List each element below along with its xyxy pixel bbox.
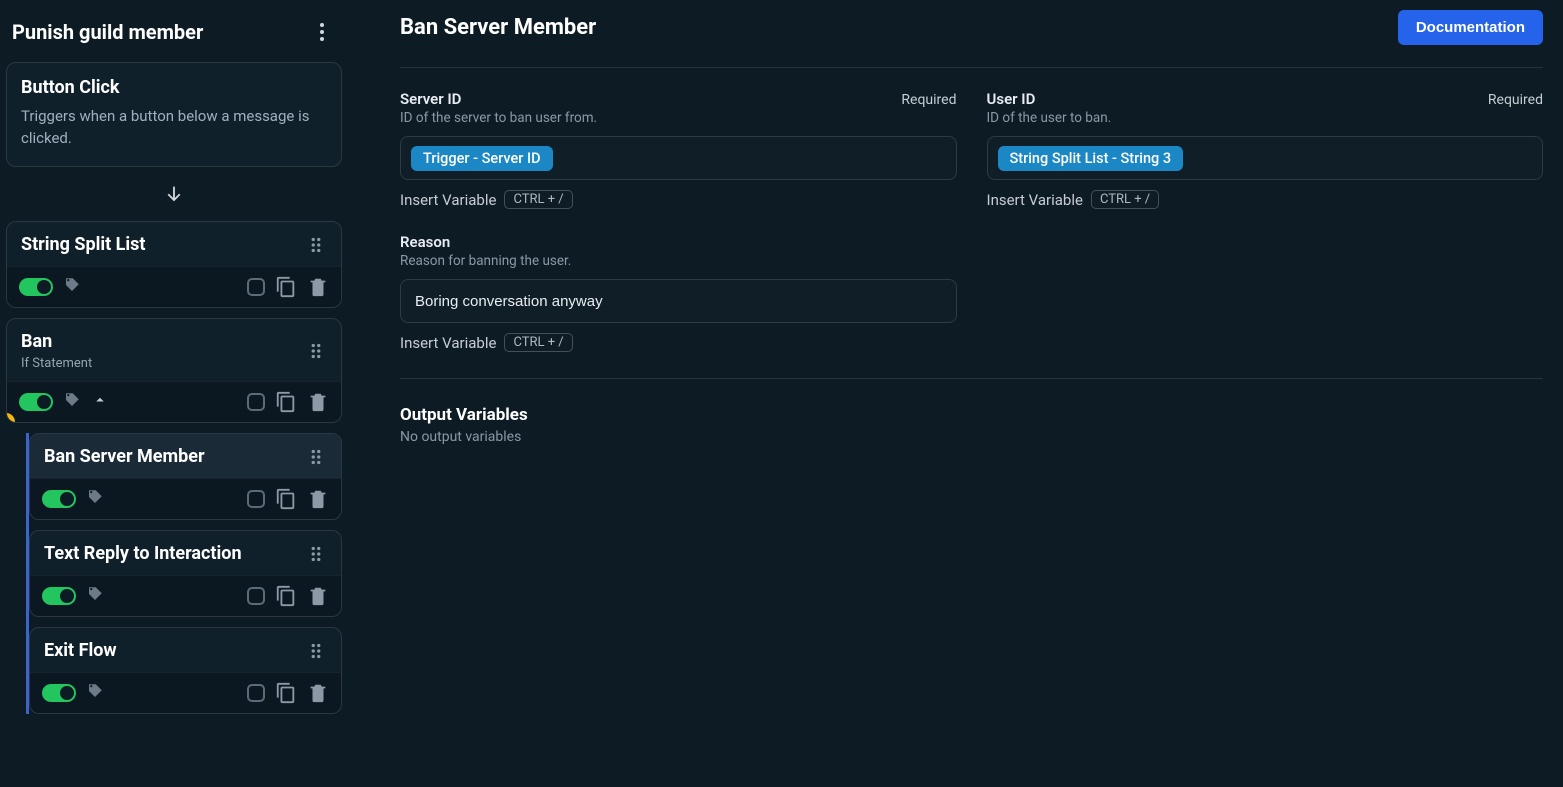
block-exit-flow[interactable]: Exit Flow bbox=[29, 627, 342, 714]
block-text-reply-interaction[interactable]: Text Reply to Interaction bbox=[29, 530, 342, 617]
field-label: User ID bbox=[987, 90, 1036, 108]
drag-handle-icon[interactable] bbox=[305, 340, 327, 362]
tag-icon[interactable] bbox=[63, 391, 81, 413]
checkbox[interactable] bbox=[247, 587, 265, 605]
nested-branch: Ban Server Member T bbox=[26, 433, 342, 714]
trash-icon[interactable] bbox=[307, 488, 329, 510]
block-ban-server-member[interactable]: Ban Server Member bbox=[29, 433, 342, 520]
toggle-enable[interactable] bbox=[19, 278, 53, 296]
flow-arrow-icon bbox=[6, 173, 342, 221]
block-string-split-list[interactable]: String Split List bbox=[6, 221, 342, 308]
block-title: Ban Server Member bbox=[44, 446, 205, 467]
field-description: ID of the user to ban. bbox=[987, 110, 1544, 126]
toggle-enable[interactable] bbox=[42, 684, 76, 702]
drag-handle-icon[interactable] bbox=[305, 640, 327, 662]
drag-handle-icon[interactable] bbox=[305, 446, 327, 468]
insert-variable-label[interactable]: Insert Variable bbox=[400, 191, 496, 209]
user-id-input[interactable]: String Split List - String 3 bbox=[987, 136, 1544, 180]
reason-input[interactable] bbox=[400, 279, 957, 323]
block-title: Ban bbox=[21, 331, 92, 352]
trigger-description: Triggers when a button below a message i… bbox=[21, 106, 327, 150]
copy-icon[interactable] bbox=[275, 585, 297, 607]
variable-chip[interactable]: Trigger - Server ID bbox=[411, 146, 553, 171]
keyboard-hint: CTRL + / bbox=[1091, 190, 1159, 209]
block-ban[interactable]: Ban If Statement ? bbox=[6, 318, 342, 423]
sidebar-header: Punish guild member bbox=[6, 10, 342, 62]
documentation-button[interactable]: Documentation bbox=[1398, 10, 1543, 45]
toggle-enable[interactable] bbox=[19, 393, 53, 411]
tag-icon[interactable] bbox=[86, 488, 104, 510]
drag-handle-icon[interactable] bbox=[305, 543, 327, 565]
tag-icon[interactable] bbox=[86, 682, 104, 704]
checkbox[interactable] bbox=[247, 393, 265, 411]
block-title: Exit Flow bbox=[44, 640, 117, 661]
flow-title: Punish guild member bbox=[12, 20, 203, 44]
checkbox[interactable] bbox=[247, 684, 265, 702]
field-server-id: Server ID Required ID of the server to b… bbox=[400, 90, 957, 209]
insert-variable-label[interactable]: Insert Variable bbox=[400, 334, 496, 352]
field-label: Server ID bbox=[400, 90, 461, 108]
block-config-panel: Ban Server Member Documentation Server I… bbox=[360, 0, 1563, 787]
tag-icon[interactable] bbox=[86, 585, 104, 607]
trash-icon[interactable] bbox=[307, 682, 329, 704]
drag-handle-icon[interactable] bbox=[305, 234, 327, 256]
toggle-enable[interactable] bbox=[42, 587, 76, 605]
insert-variable-label[interactable]: Insert Variable bbox=[987, 191, 1083, 209]
field-description: Reason for banning the user. bbox=[400, 253, 957, 269]
keyboard-hint: CTRL + / bbox=[504, 333, 572, 352]
block-title: String Split List bbox=[21, 234, 146, 255]
field-user-id: User ID Required ID of the user to ban. … bbox=[987, 90, 1544, 209]
field-label: Reason bbox=[400, 233, 450, 251]
trash-icon[interactable] bbox=[307, 391, 329, 413]
trash-icon[interactable] bbox=[307, 585, 329, 607]
section-divider bbox=[400, 378, 1543, 379]
flow-sidebar: Punish guild member Button Click Trigger… bbox=[0, 0, 360, 787]
copy-icon[interactable] bbox=[275, 276, 297, 298]
output-title: Output Variables bbox=[400, 405, 1543, 425]
output-desc: No output variables bbox=[400, 429, 1543, 445]
output-section: Output Variables No output variables bbox=[400, 405, 1543, 445]
required-tag: Required bbox=[901, 92, 956, 108]
block-subtitle: If Statement bbox=[21, 356, 92, 371]
variable-chip[interactable]: String Split List - String 3 bbox=[998, 146, 1184, 171]
chevron-up-icon[interactable] bbox=[91, 391, 109, 413]
keyboard-hint: CTRL + / bbox=[504, 190, 572, 209]
trigger-card[interactable]: Button Click Triggers when a button belo… bbox=[6, 62, 342, 167]
block-title: Text Reply to Interaction bbox=[44, 543, 242, 564]
panel-title: Ban Server Member bbox=[400, 15, 596, 40]
trigger-title: Button Click bbox=[21, 77, 327, 98]
server-id-input[interactable]: Trigger - Server ID bbox=[400, 136, 957, 180]
copy-icon[interactable] bbox=[275, 488, 297, 510]
tag-icon[interactable] bbox=[63, 276, 81, 298]
copy-icon[interactable] bbox=[275, 391, 297, 413]
checkbox[interactable] bbox=[247, 278, 265, 296]
field-reason: Reason Reason for banning the user. Inse… bbox=[400, 233, 957, 352]
trash-icon[interactable] bbox=[307, 276, 329, 298]
checkbox[interactable] bbox=[247, 490, 265, 508]
field-description: ID of the server to ban user from. bbox=[400, 110, 957, 126]
toggle-enable[interactable] bbox=[42, 490, 76, 508]
more-menu-icon[interactable] bbox=[310, 20, 334, 44]
required-tag: Required bbox=[1488, 92, 1543, 108]
copy-icon[interactable] bbox=[275, 682, 297, 704]
